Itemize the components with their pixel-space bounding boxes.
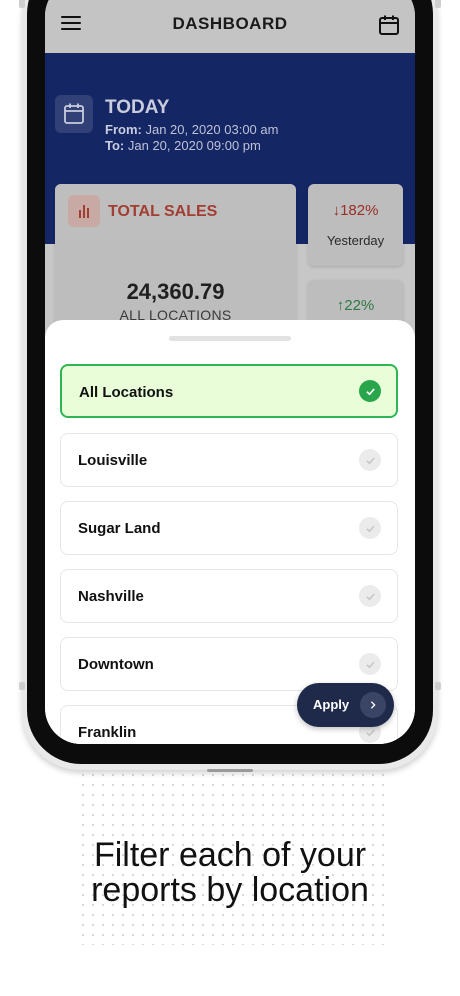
location-label: All Locations [79, 384, 174, 401]
phone-side-button [435, 0, 441, 8]
location-option-sugar-land[interactable]: Sugar Land [60, 501, 398, 555]
calendar-icon [55, 95, 93, 133]
phone-side-button [435, 682, 441, 690]
phone-side-button [19, 682, 25, 690]
second-change: ↑22% [308, 297, 403, 314]
calendar-icon[interactable] [378, 14, 400, 36]
yesterday-change: ↓182% [308, 202, 403, 219]
location-option-all-locations[interactable]: All Locations [60, 364, 398, 418]
caption-line-2: reports by location [91, 871, 369, 909]
location-label: Franklin [78, 724, 137, 741]
chevron-right-icon [360, 692, 386, 718]
page-title: DASHBOARD [172, 14, 288, 33]
arrow-down-icon: ↓ [332, 202, 341, 219]
location-filter-sheet: All Locations Louisville Sugar Land Nash… [45, 320, 415, 744]
check-icon [359, 653, 381, 675]
total-sales-value: 24,360.79 [126, 279, 225, 304]
location-label: Sugar Land [78, 520, 161, 537]
to-label: To: [105, 138, 125, 153]
apply-button[interactable]: Apply [297, 683, 394, 727]
location-label: Downtown [78, 656, 154, 673]
check-icon [359, 449, 381, 471]
location-label: Louisville [78, 452, 148, 469]
location-label: Nashville [78, 588, 144, 605]
total-sales-title: TOTAL SALES [108, 203, 218, 220]
app-screen: DASHBOARD TODAY From: Jan 20, 2020 03:00… [45, 0, 415, 744]
from-value: Jan 20, 2020 03:00 am [145, 122, 279, 137]
check-icon [359, 517, 381, 539]
date-from: From: Jan 20, 2020 03:00 am [105, 122, 278, 137]
sheet-drag-handle[interactable] [169, 336, 291, 341]
location-option-nashville[interactable]: Nashville [60, 569, 398, 623]
from-label: From: [105, 122, 142, 137]
yesterday-label: Yesterday [326, 233, 385, 248]
bar-chart-icon [68, 195, 100, 227]
yesterday-comparison-card[interactable] [308, 184, 403, 266]
apply-button-label: Apply [313, 697, 350, 712]
location-option-louisville[interactable]: Louisville [60, 433, 398, 487]
check-icon [359, 585, 381, 607]
date-to: To: Jan 20, 2020 09:00 pm [105, 138, 261, 153]
date-range-title: TODAY [105, 97, 170, 118]
yesterday-change-value: 182% [340, 202, 379, 219]
home-indicator [207, 769, 253, 772]
to-value: Jan 20, 2020 09:00 pm [127, 138, 261, 153]
check-icon [359, 380, 381, 402]
second-change-value: 22% [344, 297, 375, 314]
caption-line-1: Filter each of your [93, 836, 367, 874]
top-app-bar: DASHBOARD [45, 0, 415, 53]
phone-side-button [19, 0, 25, 8]
